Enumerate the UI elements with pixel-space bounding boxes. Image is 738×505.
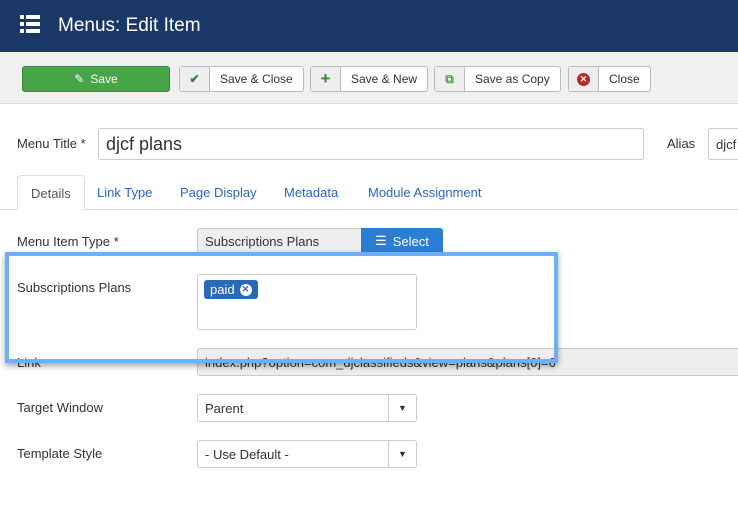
chevron-down-icon: ▼: [388, 441, 416, 467]
save-copy-button[interactable]: ⧉ Save as Copy: [434, 66, 561, 92]
save-button[interactable]: ✎ Save: [22, 66, 170, 92]
menu-title-label: Menu Title *: [17, 136, 86, 151]
save-close-button[interactable]: ✔ Save & Close: [179, 66, 304, 92]
list-icon: [20, 15, 40, 33]
close-button[interactable]: ✕ Close: [568, 66, 651, 92]
tab-details[interactable]: Details: [17, 175, 85, 210]
template-style-select[interactable]: - Use Default - ▼: [197, 440, 417, 468]
target-window-label: Target Window: [17, 400, 103, 415]
close-icon: ✕: [569, 67, 599, 91]
edit-icon: ✎: [74, 72, 85, 86]
plus-icon: +: [311, 67, 341, 91]
copy-icon: ⧉: [435, 67, 465, 91]
menu-title-input[interactable]: djcf plans: [98, 128, 644, 160]
tab-page-display[interactable]: Page Display: [167, 175, 270, 210]
check-icon: ✔: [180, 67, 210, 91]
tab-metadata[interactable]: Metadata: [271, 175, 351, 210]
chevron-down-icon: ▼: [388, 395, 416, 421]
alias-label: Alias: [667, 136, 696, 151]
header: Menus: Edit Item: [0, 0, 738, 52]
tab-module-assignment[interactable]: Module Assignment: [355, 175, 494, 210]
template-style-label: Template Style: [17, 446, 103, 461]
target-window-select[interactable]: Parent ▼: [197, 394, 417, 422]
menu-item-type-input: Subscriptions Plans: [197, 228, 362, 254]
list-icon: ☰: [375, 233, 387, 248]
toolbar: ✎ Save ✔ Save & Close + Save & New ⧉ Save as…: [0, 52, 738, 104]
save-new-button[interactable]: + Save & New: [310, 66, 429, 92]
select-button[interactable]: ☰ Select: [361, 228, 443, 254]
alias-input[interactable]: djcf: [708, 128, 738, 160]
tab-link-type[interactable]: Link Type: [84, 175, 165, 210]
highlight-box: [5, 252, 558, 363]
menu-item-type-label: Menu Item Type *: [17, 234, 119, 249]
page-title: Menus: Edit Item: [58, 15, 201, 36]
